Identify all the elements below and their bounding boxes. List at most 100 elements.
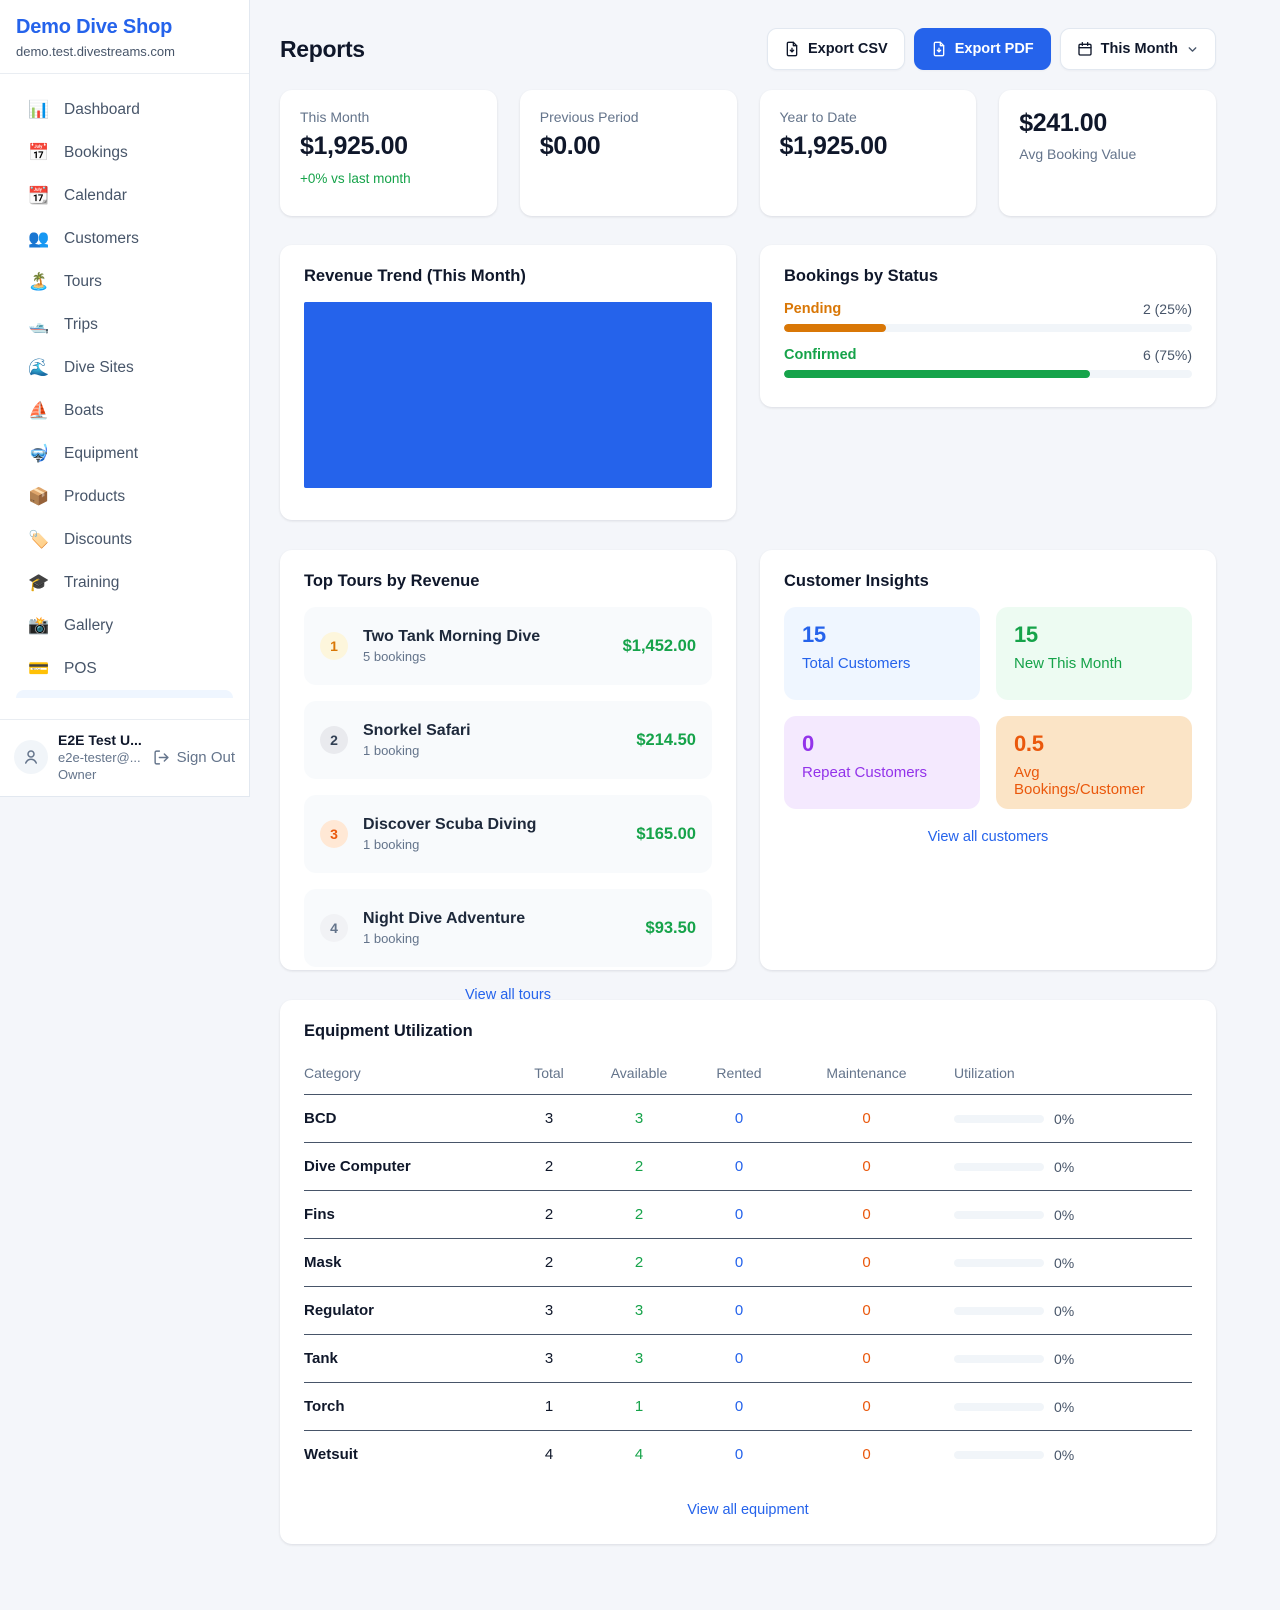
sidebar-item-training[interactable]: 🎓Training [12,561,237,604]
cell-rented: 0 [684,1206,794,1223]
sidebar-item-products[interactable]: 📦Products [12,475,237,518]
tile-value: 15 [802,622,962,648]
person-icon [22,748,40,766]
cell-category: Fins [304,1206,504,1223]
progress-track [784,324,1192,332]
sidebar-item-dashboard[interactable]: 📊Dashboard [12,88,237,131]
sidebar-item-calendar[interactable]: 📆Calendar [12,174,237,217]
view-all-equipment-link[interactable]: View all equipment [304,1502,1192,1518]
export-pdf-button[interactable]: Export PDF [914,28,1051,70]
utilization-bar [954,1403,1044,1411]
credit-card-icon: 💳 [28,660,50,677]
revenue-trend-title: Revenue Trend (This Month) [304,267,712,286]
sidebar-item-bookings[interactable]: 📅Bookings [12,131,237,174]
sailboat-icon: ⛵ [28,402,50,419]
col-header-available: Available [594,1065,684,1081]
sidebar-item-tours[interactable]: 🏝️Tours [12,260,237,303]
period-dropdown[interactable]: This Month [1060,28,1216,70]
tear-calendar-icon: 📆 [28,187,50,204]
view-all-customers-link[interactable]: View all customers [784,829,1192,845]
sidebar-item-boats[interactable]: ⛵Boats [12,389,237,432]
utilization-percent: 0% [1054,1399,1074,1415]
status-value: 2 (25%) [1143,301,1192,317]
cell-total: 4 [504,1446,594,1463]
cell-available: 2 [594,1254,684,1271]
stat-label: Year to Date [780,109,957,125]
status-value: 6 (75%) [1143,347,1192,363]
cell-total: 2 [504,1206,594,1223]
cell-utilization: 0% [939,1207,1192,1223]
equipment-table-header: Category Total Available Rented Maintena… [304,1055,1192,1095]
user-panel: E2E Test U... e2e-tester@... Owner Sign … [0,719,249,796]
equipment-table-body: BCD 3 3 0 0 0% Dive Computer 2 2 0 0 0% … [304,1095,1192,1478]
utilization-bar [954,1163,1044,1171]
tile-label: Avg Bookings/Customer [1014,764,1174,798]
charts-row: Revenue Trend (This Month) Bookings by S… [280,245,1216,520]
stat-label: Avg Booking Value [1019,146,1196,162]
cell-category: Mask [304,1254,504,1271]
col-header-maintenance: Maintenance [794,1065,939,1081]
utilization-bar [954,1307,1044,1315]
sidebar-item-discounts[interactable]: 🏷️Discounts [12,518,237,561]
user-email: e2e-tester@... [58,750,143,765]
sidebar-item-equipment[interactable]: 🤿Equipment [12,432,237,475]
cell-category: Wetsuit [304,1446,504,1463]
cell-total: 3 [504,1350,594,1367]
cell-available: 1 [594,1398,684,1415]
tour-name: Night Dive Adventure [363,910,631,928]
revenue-trend-card: Revenue Trend (This Month) [280,245,736,520]
progress-fill-pending [784,324,886,332]
calendar-icon: 📅 [28,144,50,161]
sidebar-item-reports-partial[interactable] [16,690,233,698]
bookings-status-card: Bookings by Status Pending 2 (25%) Confi… [760,245,1216,407]
top-tours-card: Top Tours by Revenue 1 Two Tank Morning … [280,550,736,970]
cell-total: 2 [504,1158,594,1175]
equipment-title: Equipment Utilization [304,1022,1192,1041]
sidebar-item-dive-sites[interactable]: 🌊Dive Sites [12,346,237,389]
revenue-trend-chart [304,302,712,488]
logout-icon [153,749,170,766]
cell-available: 4 [594,1446,684,1463]
island-icon: 🏝️ [28,273,50,290]
tour-row: 1 Two Tank Morning Dive5 bookings $1,452… [304,607,712,685]
export-csv-button[interactable]: Export CSV [767,28,905,70]
cell-utilization: 0% [939,1351,1192,1367]
sign-out-button[interactable]: Sign Out [153,749,235,766]
cell-maintenance: 0 [794,1302,939,1319]
cell-total: 2 [504,1254,594,1271]
bar-chart-icon: 📊 [28,101,50,118]
table-row: Tank 3 3 0 0 0% [304,1335,1192,1383]
table-row: Torch 1 1 0 0 0% [304,1383,1192,1431]
utilization-percent: 0% [1054,1207,1074,1223]
utilization-bar [954,1259,1044,1267]
header-actions: Export CSV Export PDF This Month [767,28,1216,70]
page-header: Reports Export CSV Export PDF This Month [280,28,1216,70]
utilization-percent: 0% [1054,1303,1074,1319]
cell-maintenance: 0 [794,1446,939,1463]
tour-bookings: 5 bookings [363,649,608,664]
people-icon: 👥 [28,230,50,247]
calendar-outline-icon [1077,41,1093,57]
table-row: Fins 2 2 0 0 0% [304,1191,1192,1239]
cell-rented: 0 [684,1398,794,1415]
status-row-confirmed: Confirmed 6 (75%) [784,347,1192,378]
cell-utilization: 0% [939,1399,1192,1415]
view-all-tours-link[interactable]: View all tours [304,987,712,1003]
utilization-bar [954,1451,1044,1459]
cell-available: 3 [594,1110,684,1127]
tour-revenue: $214.50 [636,731,696,750]
sidebar-item-gallery[interactable]: 📸Gallery [12,604,237,647]
tile-label: New This Month [1014,655,1174,672]
camera-icon: 📸 [28,617,50,634]
cell-category: Torch [304,1398,504,1415]
rank-badge: 3 [320,820,348,848]
cell-utilization: 0% [939,1255,1192,1271]
sidebar-item-customers[interactable]: 👥Customers [12,217,237,260]
utilization-percent: 0% [1054,1111,1074,1127]
sidebar-item-trips[interactable]: 🛥️Trips [12,303,237,346]
cell-rented: 0 [684,1158,794,1175]
stat-value: $1,925.00 [300,132,477,161]
user-name: E2E Test U... [58,732,143,748]
sidebar-item-pos[interactable]: 💳POS [12,647,237,690]
utilization-bar [954,1355,1044,1363]
